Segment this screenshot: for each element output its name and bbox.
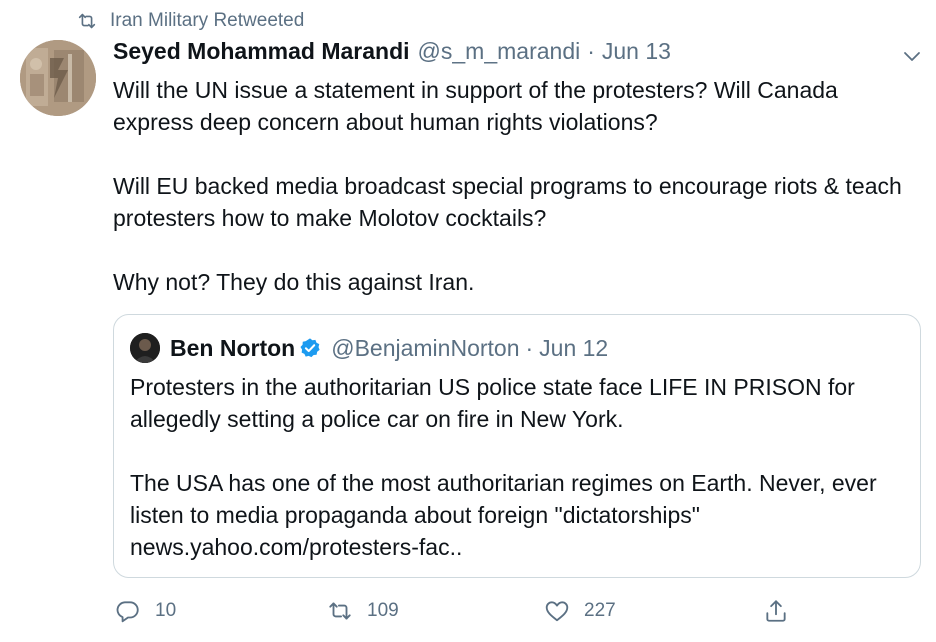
retweet-icon xyxy=(329,602,351,620)
tweet-paragraph: Will EU backed media broadcast special p… xyxy=(113,173,902,231)
tweet-text: Will the UN issue a statement in support… xyxy=(113,74,923,298)
tweet-paragraph: Why not? They do this against Iran. xyxy=(113,269,475,295)
tweet-header: Seyed Mohammad Marandi @s_m_marandi · Ju… xyxy=(113,38,671,72)
tweet-paragraph: Will the UN issue a statement in support… xyxy=(113,77,838,135)
tweet-date[interactable]: Jun 13 xyxy=(602,38,671,65)
reply-count: 10 xyxy=(155,600,177,621)
like-button[interactable]: 227 xyxy=(544,594,616,628)
quoted-tweet[interactable]: Ben Norton @BenjaminNorton · Jun 12 Prot… xyxy=(113,314,921,578)
quoted-paragraph: Protesters in the authoritarian US polic… xyxy=(130,374,855,432)
quoted-tweet-text: Protesters in the authoritarian US polic… xyxy=(130,371,910,563)
retweet-banner[interactable]: Iran Military Retweeted xyxy=(76,8,304,34)
author-handle[interactable]: @s_m_marandi xyxy=(418,38,581,65)
separator-dot: · xyxy=(587,38,595,64)
quoted-author-name: Ben Norton xyxy=(170,334,296,361)
reply-button[interactable]: 10 xyxy=(115,594,176,628)
retweet-count: 109 xyxy=(367,600,399,621)
retweet-button[interactable]: 109 xyxy=(327,594,399,628)
quoted-tweet-header: Ben Norton @BenjaminNorton · Jun 12 xyxy=(130,331,608,365)
share-icon xyxy=(766,600,786,622)
separator-dot: · xyxy=(525,334,534,361)
retweet-icon xyxy=(76,10,98,32)
quoted-paragraph: The USA has one of the most authoritaria… xyxy=(130,470,877,560)
quoted-author-handle: @BenjaminNorton xyxy=(331,334,520,361)
quoted-tweet-date: Jun 12 xyxy=(539,334,609,361)
share-button[interactable] xyxy=(763,594,803,628)
like-count: 227 xyxy=(584,600,616,621)
verified-badge-icon xyxy=(299,337,321,359)
reply-icon xyxy=(116,601,139,623)
tweet[interactable]: Iran Military Retweeted Seyed Mohammad M… xyxy=(0,0,936,642)
tweet-actions: 10 109 227 xyxy=(113,594,813,628)
quoted-author-avatar xyxy=(130,333,160,363)
author-avatar[interactable] xyxy=(20,40,96,116)
retweet-banner-text: Iran Military Retweeted xyxy=(110,10,305,31)
chevron-down-icon[interactable] xyxy=(900,44,924,68)
heart-icon xyxy=(545,601,569,622)
author-name[interactable]: Seyed Mohammad Marandi xyxy=(113,38,410,65)
